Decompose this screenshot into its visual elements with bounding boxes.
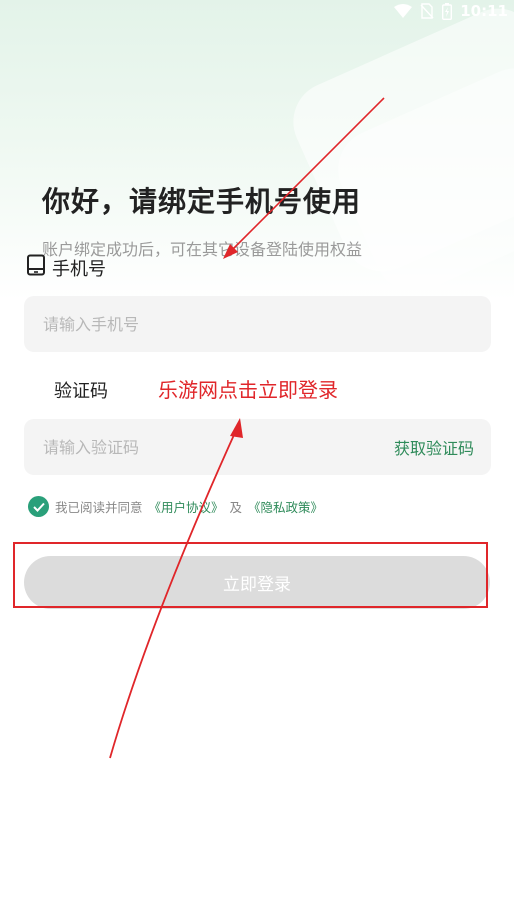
phone-label-text: 手机号 [52, 258, 106, 280]
checkmark-icon [32, 502, 45, 512]
annotation-highlight-box [13, 542, 488, 608]
agreement-prefix: 我已阅读并同意 [55, 500, 143, 515]
get-code-button[interactable]: 获取验证码 [394, 435, 474, 459]
agreement-checkbox[interactable] [28, 496, 49, 517]
agreement-row: 我已阅读并同意 《用户协议》 及 《隐私政策》 [28, 496, 323, 517]
phone-label: 手机号 [26, 254, 106, 281]
code-input[interactable] [41, 436, 394, 458]
no-sim-icon [420, 3, 434, 19]
privacy-policy-link[interactable]: 《隐私政策》 [248, 497, 323, 516]
code-label: 验证码 [54, 381, 108, 402]
tablet-icon [26, 254, 46, 281]
user-agreement-link[interactable]: 《用户协议》 [149, 497, 224, 516]
page-title: 你好，请绑定手机号使用 [42, 185, 362, 218]
status-time: 10:11 [460, 2, 508, 20]
wifi-icon [394, 4, 413, 18]
phone-input[interactable] [41, 313, 474, 335]
battery-charging-icon [442, 2, 453, 20]
phone-field[interactable] [24, 296, 491, 352]
annotation-text: 乐游网点击立即登录 [158, 378, 338, 402]
code-field[interactable]: 获取验证码 [24, 419, 491, 475]
status-bar: 10:11 [308, 0, 514, 22]
agreement-and: 及 [229, 500, 243, 515]
